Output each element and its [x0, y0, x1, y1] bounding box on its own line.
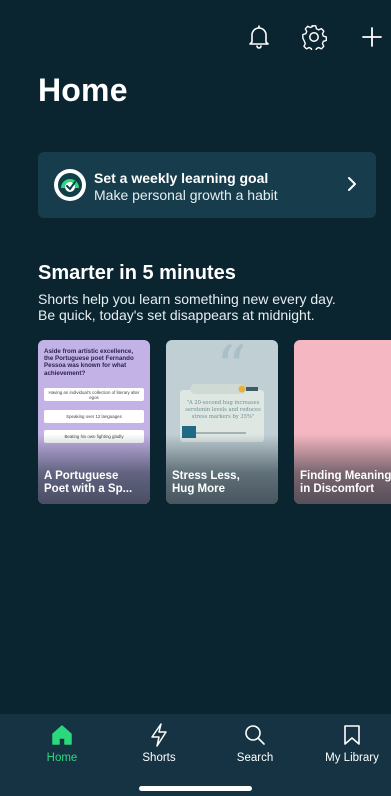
card-label: A Portuguese Poet with a Sp... — [44, 470, 148, 496]
section-description-line: Shorts help you learn something new ever… — [38, 291, 336, 307]
short-card-stress-less[interactable]: “ "A 20-second hug increases serotonin l… — [166, 340, 278, 504]
card-quote: "A 20-second hug increases serotonin lev… — [185, 400, 261, 420]
card-label: Finding Meaning in Discomfort — [300, 470, 391, 496]
plus-icon[interactable] — [355, 20, 389, 54]
short-card-finding-meaning[interactable]: Finding Meaning in Discomfort — [294, 340, 391, 504]
home-indicator[interactable] — [139, 786, 252, 791]
nav-label: Search — [236, 752, 274, 764]
lightning-icon — [149, 722, 169, 748]
top-toolbar — [0, 20, 391, 56]
bookmark-icon — [343, 722, 361, 748]
page-title: Home — [38, 72, 128, 108]
section-description-line: Be quick, today's set disappears at midn… — [38, 307, 315, 323]
gear-icon[interactable] — [297, 20, 331, 54]
card-label-line: A Portuguese — [44, 470, 119, 482]
quiz-option: Speaking over 12 languages — [44, 410, 144, 423]
nav-my-library[interactable]: My Library — [312, 722, 391, 772]
nav-search[interactable]: Search — [215, 722, 295, 772]
goal-target-icon — [54, 169, 86, 201]
short-card-portuguese-poet[interactable]: Aside from artistic excellence, the Port… — [38, 340, 150, 504]
shorts-carousel[interactable]: Aside from artistic excellence, the Port… — [38, 340, 391, 504]
goal-card-subtitle: Make personal growth a habit — [94, 187, 278, 203]
card-label-line: Hug More — [172, 483, 226, 495]
nav-label: Home — [46, 752, 78, 764]
home-icon — [51, 722, 73, 748]
card-label-line: Finding Meaning — [300, 470, 391, 482]
weekly-goal-card[interactable]: Set a weekly learning goal Make personal… — [38, 152, 376, 218]
chevron-right-icon — [346, 174, 358, 199]
nav-home[interactable]: Home — [22, 722, 102, 772]
nav-label: Shorts — [142, 752, 176, 764]
quiz-option: Having an individual's collection of lit… — [44, 388, 144, 401]
bottom-nav: Home Shorts Search My Library — [0, 714, 391, 796]
section-title: Smarter in 5 minutes — [38, 262, 236, 284]
section-description: Shorts help you learn something new ever… — [38, 291, 378, 323]
bell-icon[interactable] — [242, 20, 276, 54]
nav-shorts[interactable]: Shorts — [119, 722, 199, 772]
goal-card-title: Set a weekly learning goal — [94, 170, 269, 186]
search-icon — [244, 722, 266, 748]
card-label-line: in Discomfort — [300, 483, 375, 495]
card-label-line: Stress Less, — [172, 470, 240, 482]
nav-label: My Library — [325, 752, 379, 764]
card-label: Stress Less, Hug More — [172, 470, 276, 496]
card-label-line: Poet with a Sp... — [44, 483, 133, 495]
quiz-question: Aside from artistic excellence, the Port… — [44, 348, 134, 377]
